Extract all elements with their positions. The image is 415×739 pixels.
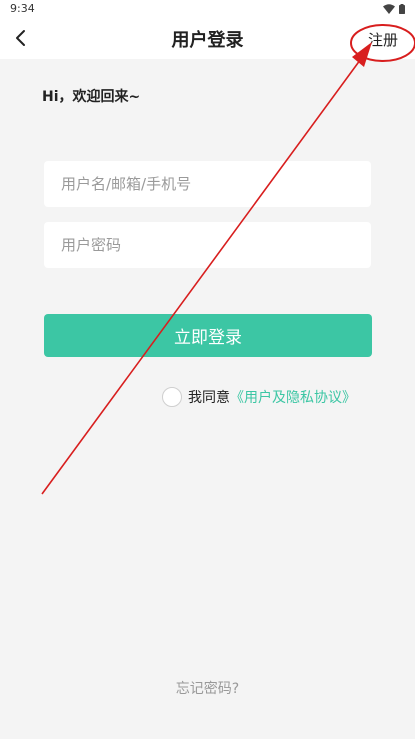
status-time: 9:34 [10,2,35,15]
forgot-password-link[interactable]: 忘记密码? [0,678,415,698]
annotation-overlay [41,24,415,495]
password-field-container [44,222,371,268]
status-icons [383,3,405,14]
privacy-agreement-link[interactable]: 《用户及隐私协议》 [230,387,356,407]
welcome-text: Hi，欢迎回来~ [42,89,141,105]
nav-bar: 用户登录 注册 [0,17,415,59]
register-link[interactable]: 注册 [368,29,398,50]
agreement-prefix: 我同意 [188,390,230,406]
battery-icon [399,3,405,14]
annotation-arrow-line [41,51,367,495]
page-title: 用户登录 [171,30,244,51]
status-bar: 9:34 [0,0,415,17]
username-input[interactable] [44,161,371,207]
password-input[interactable] [44,222,371,268]
login-button[interactable]: 立即登录 [44,314,372,357]
agreement-checkbox[interactable] [162,387,182,407]
agreement-row: 我同意 《用户及隐私协议》 [162,386,356,408]
username-field-container [44,161,371,207]
wifi-icon [383,3,395,14]
